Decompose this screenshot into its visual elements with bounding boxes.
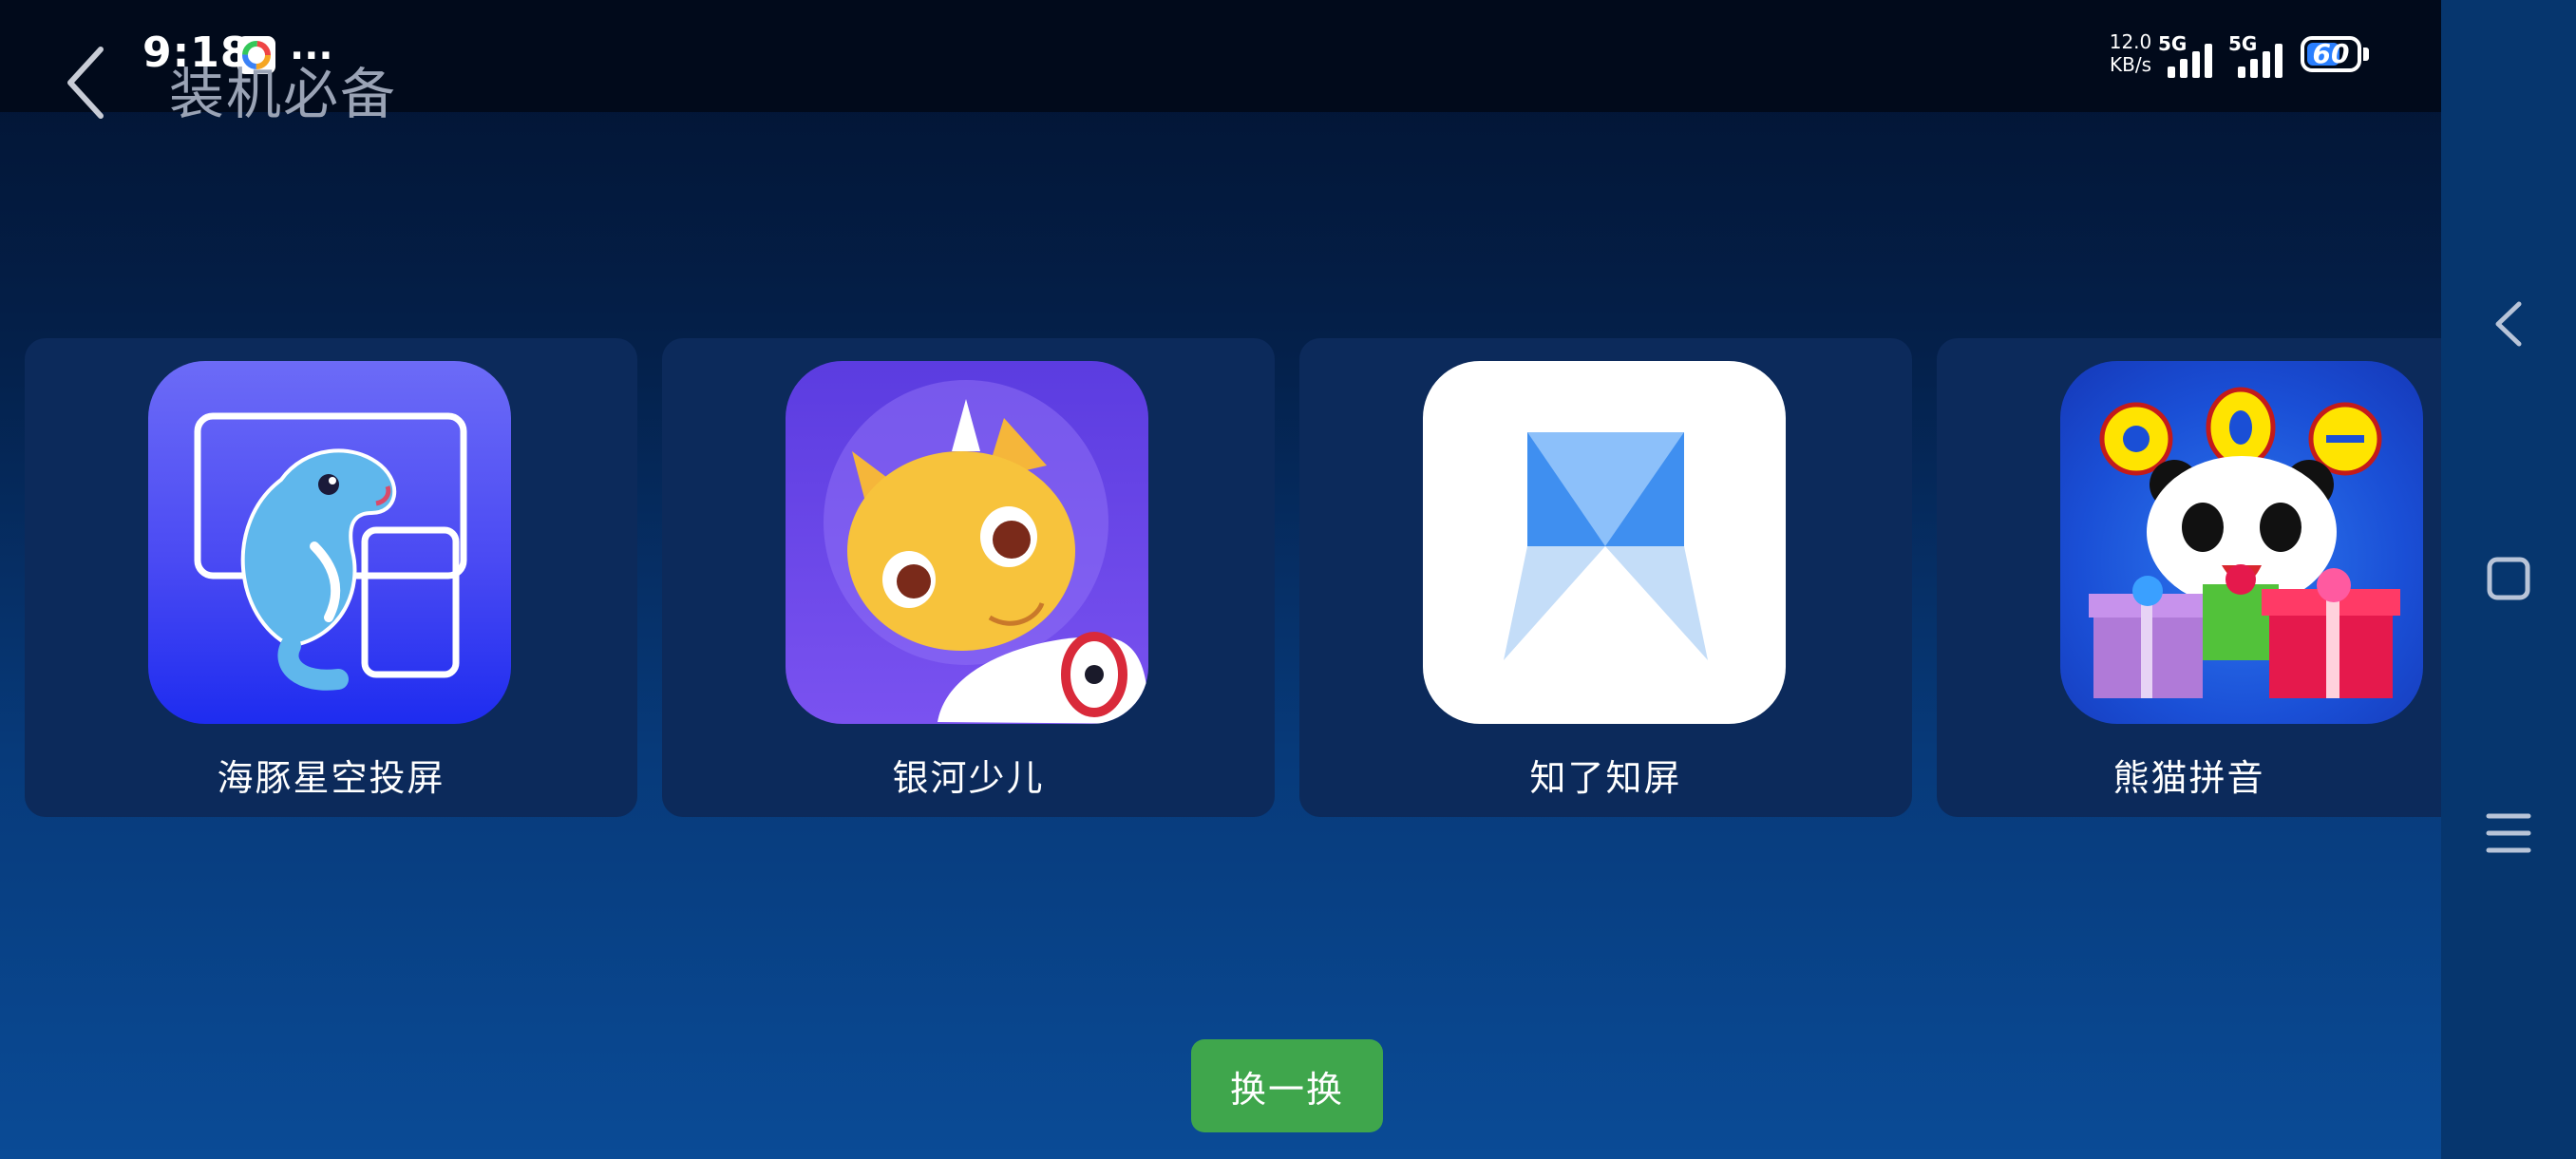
- blue-triangle-logo-icon: [1423, 361, 1786, 724]
- app-name: 熊猫拼音: [2112, 757, 2265, 799]
- page-title: 装机必备: [169, 62, 398, 126]
- app-name: 海豚星空投屏: [217, 757, 445, 799]
- battery-icon: 60: [2301, 36, 2361, 72]
- shuffle-button[interactable]: 换一换: [1191, 1039, 1383, 1132]
- signal-bars-icon: [2238, 40, 2295, 78]
- app-card[interactable]: 知了知屏: [1299, 338, 1912, 817]
- back-triangle-icon: [2495, 301, 2522, 347]
- app-name: 银河少儿: [892, 757, 1045, 799]
- nav-home-button[interactable]: [2477, 547, 2540, 610]
- back-button[interactable]: [57, 40, 118, 125]
- net-speed-unit: KB/s: [2110, 53, 2151, 76]
- nav-menu-button[interactable]: [2477, 802, 2540, 864]
- signal-sim1: 5G: [2156, 32, 2232, 78]
- app-card[interactable]: 银河少儿: [662, 338, 1275, 817]
- panda-aoe-icon: [2060, 361, 2423, 724]
- signal-sim2: 5G: [2226, 32, 2302, 78]
- app-card[interactable]: 熊猫拼音: [1937, 338, 2441, 817]
- app-name: 知了知屏: [1529, 757, 1682, 799]
- net-speed-value: 12.0: [2109, 30, 2152, 53]
- nav-back-button[interactable]: [2477, 293, 2540, 355]
- signal-bars-icon: [2168, 40, 2225, 78]
- chevron-left-icon: [67, 47, 104, 119]
- app-screen: 9:18 ... 12.0 KB/s 5G 5G 60 装机必备 海豚星空投屏 …: [0, 0, 2441, 1159]
- app-card[interactable]: 海豚星空投屏: [25, 338, 637, 817]
- cartoon-astronaut-icon: [786, 361, 1148, 724]
- square-home-icon: [2487, 557, 2530, 600]
- battery-tip: [2363, 48, 2369, 61]
- net-speed: 12.0 KB/s: [2107, 30, 2154, 76]
- dolphin-icon: [148, 361, 511, 724]
- menu-lines-icon: [2486, 813, 2531, 853]
- navigation-bar: [2441, 0, 2576, 1159]
- battery-level: 60: [2312, 38, 2350, 69]
